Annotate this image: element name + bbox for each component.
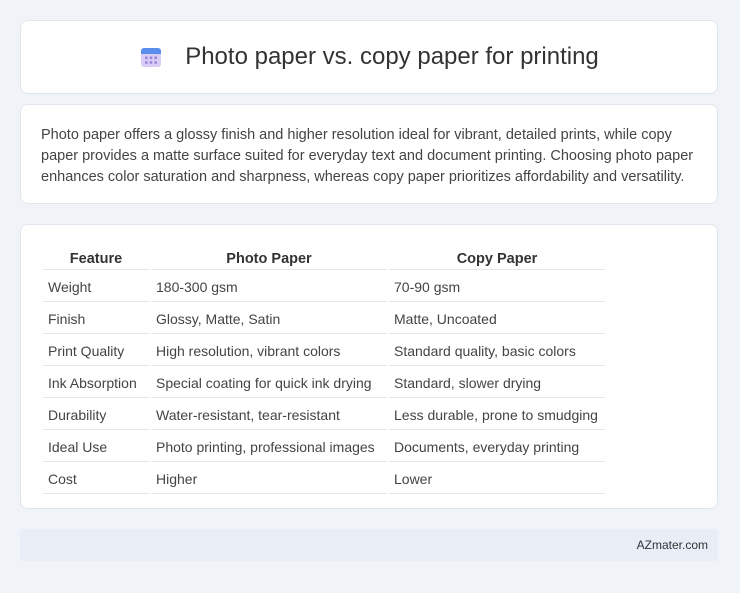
table-row: Ideal Use Photo printing, professional i… <box>43 432 605 462</box>
feature-cell: Durability <box>43 400 149 430</box>
column-header-copy-paper: Copy Paper <box>389 247 605 270</box>
photo-paper-cell: Photo printing, professional images <box>151 432 387 462</box>
footer-site-link[interactable]: AZmater.com <box>637 538 708 552</box>
comparison-card: Feature Photo Paper Copy Paper Weight 18… <box>20 224 718 509</box>
copy-paper-cell: Documents, everyday printing <box>389 432 605 462</box>
table-row: Ink Absorption Special coating for quick… <box>43 368 605 398</box>
photo-paper-cell: Glossy, Matte, Satin <box>151 304 387 334</box>
photo-paper-cell: Water-resistant, tear-resistant <box>151 400 387 430</box>
intro-card: Photo paper offers a glossy finish and h… <box>20 104 718 204</box>
column-header-feature: Feature <box>43 247 149 270</box>
intro-paragraph: Photo paper offers a glossy finish and h… <box>41 127 694 185</box>
footer-bar: AZmater.com <box>20 529 718 561</box>
table-header-row: Feature Photo Paper Copy Paper <box>43 247 605 270</box>
table-row: Cost Higher Lower <box>43 464 605 494</box>
copy-paper-cell: Less durable, prone to smudging <box>389 400 605 430</box>
copy-paper-cell: 70-90 gsm <box>389 272 605 302</box>
copy-paper-cell: Lower <box>389 464 605 494</box>
photo-paper-cell: 180-300 gsm <box>151 272 387 302</box>
photo-paper-cell: High resolution, vibrant colors <box>151 336 387 366</box>
feature-cell: Weight <box>43 272 149 302</box>
table-row: Finish Glossy, Matte, Satin Matte, Uncoa… <box>43 304 605 334</box>
feature-cell: Ideal Use <box>43 432 149 462</box>
comparison-table: Feature Photo Paper Copy Paper Weight 18… <box>41 245 607 496</box>
copy-paper-cell: Matte, Uncoated <box>389 304 605 334</box>
photo-paper-cell: Special coating for quick ink drying <box>151 368 387 398</box>
column-header-photo-paper: Photo Paper <box>151 247 387 270</box>
calendar-icon <box>139 45 163 69</box>
feature-cell: Print Quality <box>43 336 149 366</box>
table-row: Weight 180-300 gsm 70-90 gsm <box>43 272 605 302</box>
feature-cell: Ink Absorption <box>43 368 149 398</box>
copy-paper-cell: Standard, slower drying <box>389 368 605 398</box>
photo-paper-cell: Higher <box>151 464 387 494</box>
feature-cell: Cost <box>43 464 149 494</box>
table-row: Durability Water-resistant, tear-resista… <box>43 400 605 430</box>
page-title: Photo paper vs. copy paper for printing <box>185 43 599 70</box>
feature-cell: Finish <box>43 304 149 334</box>
table-row: Print Quality High resolution, vibrant c… <box>43 336 605 366</box>
copy-paper-cell: Standard quality, basic colors <box>389 336 605 366</box>
title-card: Photo paper vs. copy paper for printing <box>20 20 718 94</box>
